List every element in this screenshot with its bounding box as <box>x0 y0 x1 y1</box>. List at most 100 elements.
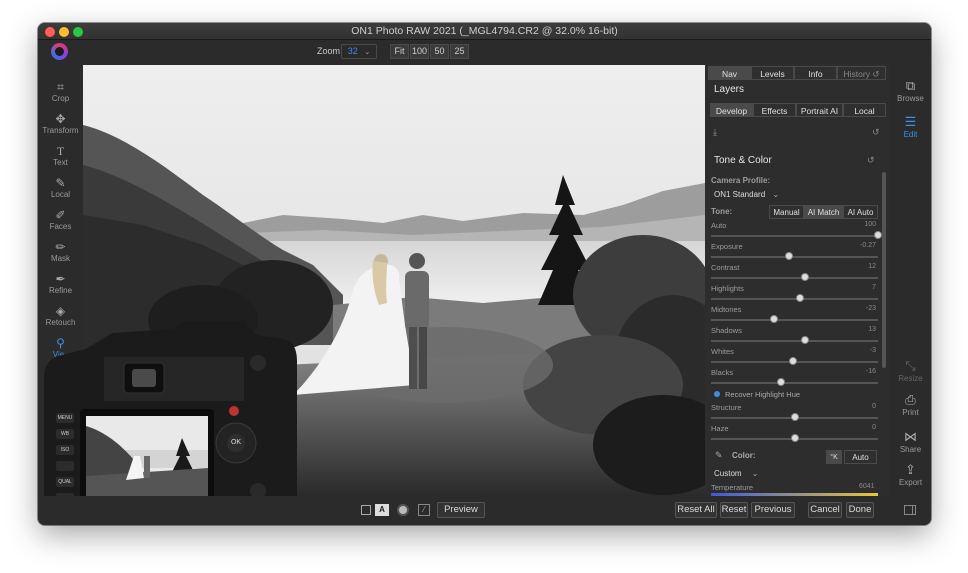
slider-highlights[interactable]: Highlights 7 <box>711 284 878 304</box>
tool-text[interactable]: T Text <box>38 144 83 167</box>
reset-button[interactable]: Reset <box>720 502 748 518</box>
slider-knob[interactable] <box>790 413 799 421</box>
compare-view-icon[interactable] <box>361 505 371 515</box>
preset-save-icon[interactable]: ⤓ <box>713 127 717 138</box>
slider-structure[interactable]: Structure 0 <box>711 403 878 423</box>
section-title[interactable]: Tone & Color <box>714 155 772 166</box>
mask-view-icon[interactable] <box>397 504 409 516</box>
slider-track <box>711 382 878 384</box>
zoom-value: 32 <box>347 46 358 56</box>
zoom-25-button[interactable]: 25 <box>450 44 469 59</box>
camera-screen-photo <box>86 416 208 502</box>
white-balance-select[interactable]: Custom ⌄ <box>714 469 759 478</box>
eyedropper-icon[interactable]: ✎ <box>715 450 723 461</box>
panel-scrollbar[interactable] <box>882 172 886 368</box>
color-auto-button[interactable]: Auto <box>844 450 877 464</box>
tab-nav[interactable]: Nav <box>708 66 751 80</box>
mask-icon: ✏ <box>55 240 66 254</box>
slider-exposure[interactable]: Exposure -0.27 <box>711 242 878 262</box>
slider-knob[interactable] <box>770 315 779 323</box>
preview-button[interactable]: Preview <box>437 502 485 518</box>
tool-mask[interactable]: ✏ Mask <box>38 240 83 263</box>
panel-toggle-icon[interactable] <box>904 505 916 515</box>
tone-ai-match-button[interactable]: AI Match <box>804 205 843 219</box>
module-resize[interactable]: ⤡ Resize <box>890 358 931 383</box>
temperature-track[interactable] <box>711 493 878 496</box>
module-browse[interactable]: ⧉ Browse <box>890 78 931 103</box>
tool-crop[interactable]: ⌗ Crop <box>38 80 83 103</box>
slider-value: -0.27 <box>860 242 876 249</box>
chevron-down-icon: ⌄ <box>751 469 759 478</box>
module-label: Export <box>898 478 923 487</box>
tab-history[interactable]: History ↺ <box>837 66 886 80</box>
module-export[interactable]: ⇪ Export <box>890 462 931 487</box>
slider-shadows[interactable]: Shadows 13 <box>711 326 878 346</box>
kelvin-toggle[interactable]: °K <box>826 450 842 464</box>
recover-highlight-toggle[interactable]: Recover Highlight Hue <box>714 390 800 399</box>
layers-header[interactable]: Layers <box>714 84 744 95</box>
tone-manual-button[interactable]: Manual <box>769 205 804 219</box>
tool-label: Mask <box>50 254 71 263</box>
right-panel: Nav Levels Info History ↺ Layers Develop… <box>705 64 890 496</box>
module-strip: ⧉ Browse ☰ Edit ⤡ Resize ⎙ Print ⋈ Share ⇪ Exp… <box>890 64 931 504</box>
tool-transform[interactable]: ✥ Transform <box>38 112 83 135</box>
module-portrait-ai[interactable]: Portrait AI <box>796 103 843 117</box>
slider-contrast[interactable]: Contrast 12 <box>711 263 878 283</box>
camera-menu-label: MENU <box>57 415 73 421</box>
tab-levels[interactable]: Levels <box>751 66 794 80</box>
slider-track <box>711 319 878 321</box>
slider-value: 12 <box>868 263 876 270</box>
tool-label: Local <box>50 190 71 199</box>
tool-label: Refine <box>48 286 73 295</box>
camera-ok-label: OK <box>230 439 242 446</box>
top-toolbar: Zoom 32 ⌄ Fit 100 50 25 <box>38 40 931 64</box>
slider-knob[interactable] <box>795 294 804 302</box>
module-share[interactable]: ⋈ Share <box>890 429 931 454</box>
eyedropper-view-icon[interactable]: ⁄ <box>418 504 430 516</box>
tab-info[interactable]: Info <box>794 66 837 80</box>
slider-knob[interactable] <box>785 252 794 260</box>
zoom-fit-button[interactable]: Fit <box>390 44 409 59</box>
module-edit[interactable]: ☰ Edit <box>890 114 931 139</box>
camera-qual-label: QUAL <box>58 479 72 485</box>
slider-blacks[interactable]: Blacks -16 <box>711 368 878 388</box>
tone-ai-auto-button[interactable]: AI Auto <box>843 205 878 219</box>
camera-profile-select[interactable]: ON1 Standard ⌄ <box>714 190 779 199</box>
slider-label: Whites <box>711 347 734 356</box>
slider-haze[interactable]: Haze 0 <box>711 424 878 444</box>
previous-button[interactable]: Previous <box>751 502 795 518</box>
tool-faces[interactable]: ✐ Faces <box>38 208 83 231</box>
slider-knob[interactable] <box>777 378 786 386</box>
slider-knob[interactable] <box>788 357 797 365</box>
before-after-button[interactable]: A <box>375 504 389 516</box>
slider-knob[interactable] <box>800 273 809 281</box>
module-print[interactable]: ⎙ Print <box>890 392 931 417</box>
slider-auto[interactable]: Auto 100 <box>711 221 882 241</box>
done-button[interactable]: Done <box>846 502 874 518</box>
tool-refine[interactable]: ✒ Refine <box>38 272 83 295</box>
module-local[interactable]: Local <box>843 103 886 117</box>
module-develop[interactable]: Develop <box>710 103 753 117</box>
module-effects[interactable]: Effects <box>753 103 796 117</box>
crop-icon: ⌗ <box>57 80 64 94</box>
app-logo[interactable] <box>51 43 68 60</box>
undo-icon: ↺ <box>872 69 880 79</box>
cancel-button[interactable]: Cancel <box>808 502 842 518</box>
zoom-select[interactable]: 32 ⌄ <box>341 44 377 59</box>
slider-value: 0 <box>872 424 876 431</box>
zoom-100-button[interactable]: 100 <box>410 44 429 59</box>
section-reset-icon[interactable]: ↺ <box>867 155 875 166</box>
tool-local[interactable]: ✎ Local <box>38 176 83 199</box>
slider-knob[interactable] <box>800 336 809 344</box>
slider-knob[interactable] <box>874 231 882 239</box>
zoom-50-button[interactable]: 50 <box>430 44 449 59</box>
camera-wb-label: WB <box>60 431 70 437</box>
slider-value: 13 <box>868 326 876 333</box>
slider-whites[interactable]: Whites -3 <box>711 347 878 367</box>
reset-all-button[interactable]: Reset All <box>675 502 717 518</box>
brush-icon: ✎ <box>55 176 66 190</box>
slider-knob[interactable] <box>790 434 799 442</box>
slider-midtones[interactable]: Midtones -23 <box>711 305 878 325</box>
reset-module-icon[interactable]: ↺ <box>872 127 880 138</box>
resize-icon: ⤡ <box>905 358 916 373</box>
